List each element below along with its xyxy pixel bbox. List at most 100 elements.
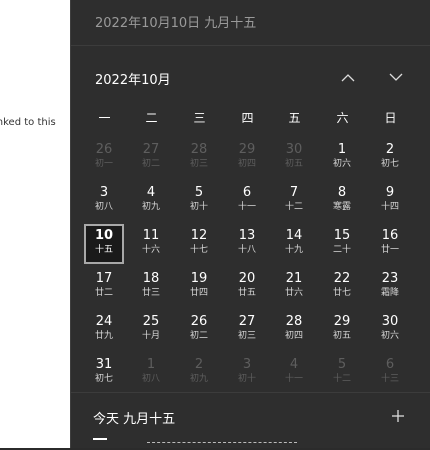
weekday-label: 一: [98, 111, 111, 125]
lunar-date: 初六: [332, 159, 351, 169]
calendar-day[interactable]: 30 初五: [274, 138, 314, 178]
lunar-date: 初六: [380, 331, 399, 341]
calendar-day[interactable]: 5 初十: [179, 181, 219, 221]
calendar-day[interactable]: 4 初九: [131, 181, 171, 221]
calendar-day[interactable]: 2 初七: [370, 138, 410, 178]
calendar-day[interactable]: 6 十一: [227, 181, 267, 221]
lunar-date: 初三: [189, 159, 208, 169]
lunar-date: 初五: [284, 159, 303, 169]
calendar-day[interactable]: 15 二十: [322, 224, 362, 264]
lunar-date: 初一: [94, 159, 113, 169]
calendar-day[interactable]: 1 初八: [131, 353, 171, 393]
lunar-date: 廿一: [380, 245, 399, 255]
day-number: 18: [142, 271, 160, 286]
lunar-date: 十五: [94, 245, 113, 255]
calendar-day[interactable]: 7 十二: [274, 181, 314, 221]
calendar-day[interactable]: 11 十六: [131, 224, 171, 264]
calendar-day[interactable]: 3 初八: [84, 181, 124, 221]
calendar-day[interactable]: 19 廿四: [179, 267, 219, 307]
day-number: 19: [190, 271, 208, 286]
calendar-day[interactable]: 25 十月: [131, 310, 171, 350]
calendar-day[interactable]: 24 廿九: [84, 310, 124, 350]
lunar-date: 初三: [237, 331, 256, 341]
calendar-day[interactable]: 21 廿六: [274, 267, 314, 307]
day-number: 8: [337, 185, 347, 200]
chevron-down-icon: [389, 73, 403, 81]
calendar-day[interactable]: 26 初二: [179, 310, 219, 350]
lunar-date: 十一: [237, 202, 256, 212]
calendar-day[interactable]: 29 初五: [322, 310, 362, 350]
day-number: 25: [142, 314, 160, 329]
calendar-day[interactable]: 27 初二: [131, 138, 171, 178]
day-number: 5: [337, 357, 347, 372]
lunar-date: 初四: [284, 331, 303, 341]
weekday-label: 日: [384, 111, 397, 125]
lunar-date: 初七: [380, 159, 399, 169]
month-label[interactable]: 2022年10月: [95, 69, 171, 88]
calendar-day[interactable]: 28 初四: [274, 310, 314, 350]
calendar-day[interactable]: 22 廿七: [322, 267, 362, 307]
next-month-button[interactable]: [384, 66, 408, 88]
day-number: 4: [146, 185, 156, 200]
lunar-date: 十八: [237, 245, 256, 255]
weekday-label: 五: [288, 111, 301, 125]
calendar-day[interactable]: 30 初六: [370, 310, 410, 350]
day-number: 30: [381, 314, 399, 329]
day-number: 20: [238, 271, 256, 286]
calendar-day[interactable]: 23 霜降: [370, 267, 410, 307]
calendar-day[interactable]: 28 初三: [179, 138, 219, 178]
day-number: 12: [190, 228, 208, 243]
day-number: 5: [194, 185, 204, 200]
day-number: 16: [381, 228, 399, 243]
calendar-day[interactable]: 14 十九: [274, 224, 314, 264]
calendar-day[interactable]: 3 初十: [227, 353, 267, 393]
day-number: 27: [238, 314, 256, 329]
background-window: inked to this: [0, 0, 70, 448]
calendar-day[interactable]: 17 廿二: [84, 267, 124, 307]
weekday-label: 二: [145, 111, 158, 125]
calendar-day[interactable]: 27 初三: [227, 310, 267, 350]
calendar-day[interactable]: 20 廿五: [227, 267, 267, 307]
day-number: 15: [333, 228, 351, 243]
lunar-date: 廿四: [189, 288, 208, 298]
calendar-day[interactable]: 18 廿三: [131, 267, 171, 307]
day-number: 27: [142, 142, 160, 157]
calendar-day[interactable]: 26 初一: [84, 138, 124, 178]
lunar-date: 霜降: [380, 288, 399, 298]
calendar-day[interactable]: 31 初七: [84, 353, 124, 393]
lunar-date: 廿九: [94, 331, 113, 341]
full-date-header[interactable]: 2022年10月10日 九月十五: [95, 12, 256, 31]
lunar-date: 初五: [332, 331, 351, 341]
calendar-day[interactable]: 9 十四: [370, 181, 410, 221]
calendar-day[interactable]: 12 十七: [179, 224, 219, 264]
day-number: 29: [333, 314, 351, 329]
header-divider: [71, 45, 430, 46]
agenda-divider: [71, 392, 430, 393]
weekday-label: 四: [241, 111, 254, 125]
calendar-day[interactable]: 2 初九: [179, 353, 219, 393]
calendar-flyout: 2022年10月10日 九月十五 2022年10月 一二三四五六日 26 初一 27…: [70, 0, 430, 448]
lunar-date: 寒露: [332, 202, 351, 212]
calendar-day[interactable]: 13 十八: [227, 224, 267, 264]
lunar-date: 二十: [332, 245, 351, 255]
calendar-day[interactable]: 1 初六: [322, 138, 362, 178]
calendar-day[interactable]: 4 十一: [274, 353, 314, 393]
calendar-day[interactable]: 29 初四: [227, 138, 267, 178]
agenda-item-icon: [93, 438, 107, 450]
lunar-date: 十二: [332, 374, 351, 384]
lunar-date: 十六: [141, 245, 160, 255]
calendar-day[interactable]: 8 寒露: [322, 181, 362, 221]
day-number: 11: [142, 228, 160, 243]
calendar-day-today[interactable]: 10 十五: [84, 224, 124, 264]
lunar-date: 初四: [237, 159, 256, 169]
add-event-button[interactable]: [386, 404, 410, 428]
day-number: 7: [289, 185, 299, 200]
lunar-date: 初八: [141, 374, 160, 384]
calendar-day[interactable]: 6 十三: [370, 353, 410, 393]
previous-month-button[interactable]: [336, 66, 360, 88]
calendar-day[interactable]: 5 十二: [322, 353, 362, 393]
day-number: 17: [95, 271, 113, 286]
day-number: 4: [289, 357, 299, 372]
day-number: 28: [285, 314, 303, 329]
calendar-day[interactable]: 16 廿一: [370, 224, 410, 264]
